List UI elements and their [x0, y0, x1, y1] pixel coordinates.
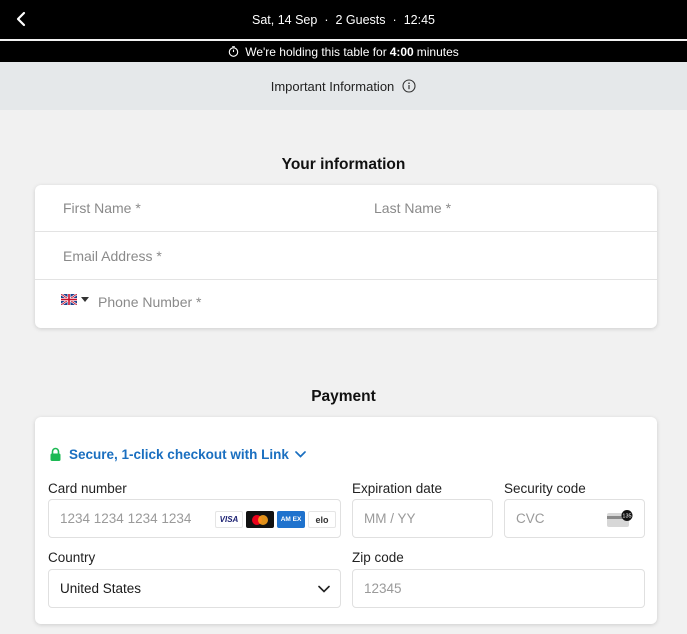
card-brands: VISA AM EX elo: [215, 511, 336, 528]
country-value: United States: [60, 581, 142, 596]
visa-icon: VISA: [215, 511, 243, 528]
security-code-label: Security code: [504, 481, 586, 496]
your-information-title: Your information: [281, 156, 406, 173]
hold-timer-bar: We're holding this table for 4:00 minute…: [0, 41, 687, 62]
booking-guests: 2 Guests: [335, 12, 386, 27]
phone-row: Phone Number *: [35, 280, 657, 328]
card-number-label: Card number: [48, 481, 127, 496]
hold-time: 4:00: [389, 44, 414, 59]
phone-input[interactable]: Phone Number *: [98, 294, 202, 310]
chevron-down-icon: [294, 451, 306, 458]
security-code-input[interactable]: CVC 135: [504, 499, 645, 538]
chevron-left-icon: [16, 11, 26, 27]
back-button[interactable]: [10, 8, 32, 30]
your-information-form: First Name * Last Name * Email Address *…: [35, 185, 657, 328]
email-row: Email Address *: [35, 232, 657, 280]
chevron-down-icon: [318, 581, 330, 596]
cvc-card-icon: 135: [606, 510, 634, 531]
caret-down-icon: [81, 297, 89, 302]
important-information-label: Important Information: [270, 78, 395, 94]
hold-text-after: minutes: [416, 44, 459, 59]
zip-code-label: Zip code: [352, 550, 404, 565]
expiration-date-input[interactable]: MM / YY: [352, 499, 493, 538]
uk-flag-icon: [61, 294, 77, 305]
lock-icon: [49, 447, 62, 462]
payment-form: Secure, 1-click checkout with Link Card …: [35, 417, 657, 624]
hold-text: We're holding this table for: [245, 44, 387, 59]
booking-time: 12:45: [403, 12, 435, 27]
country-label: Country: [48, 550, 96, 565]
email-input[interactable]: Email Address *: [63, 248, 162, 264]
timer-icon: [228, 46, 239, 57]
card-number-input[interactable]: 1234 1234 1234 1234 VISA AM EX elo: [48, 499, 341, 538]
info-icon: [402, 79, 416, 93]
link-checkout-label: Secure, 1-click checkout with Link: [69, 447, 289, 462]
country-code-selector[interactable]: [61, 294, 89, 305]
last-name-input[interactable]: Last Name *: [374, 200, 451, 216]
separator: ·: [392, 12, 397, 27]
zip-placeholder: 12345: [364, 581, 402, 596]
first-name-input[interactable]: First Name *: [63, 200, 141, 216]
card-number-placeholder: 1234 1234 1234 1234: [60, 511, 192, 526]
cvc-badge-text: 135: [622, 514, 631, 520]
expiration-placeholder: MM / YY: [364, 511, 416, 526]
mastercard-icon: [246, 511, 274, 528]
zip-code-input[interactable]: 12345: [352, 569, 645, 608]
top-header: Sat, 14 Sep · 2 Guests · 12:45: [0, 0, 687, 39]
booking-date: Sat, 14 Sep: [252, 12, 318, 27]
link-checkout-toggle[interactable]: Secure, 1-click checkout with Link: [49, 447, 306, 462]
important-information-link[interactable]: Important Information: [0, 62, 687, 110]
cvc-placeholder: CVC: [516, 511, 545, 526]
country-select[interactable]: United States: [48, 569, 341, 608]
elo-icon: elo: [308, 511, 336, 528]
separator: ·: [324, 12, 329, 27]
expiration-date-label: Expiration date: [352, 481, 443, 496]
payment-title: Payment: [311, 388, 376, 405]
amex-icon: AM EX: [277, 511, 305, 528]
name-row: First Name * Last Name *: [35, 185, 657, 232]
